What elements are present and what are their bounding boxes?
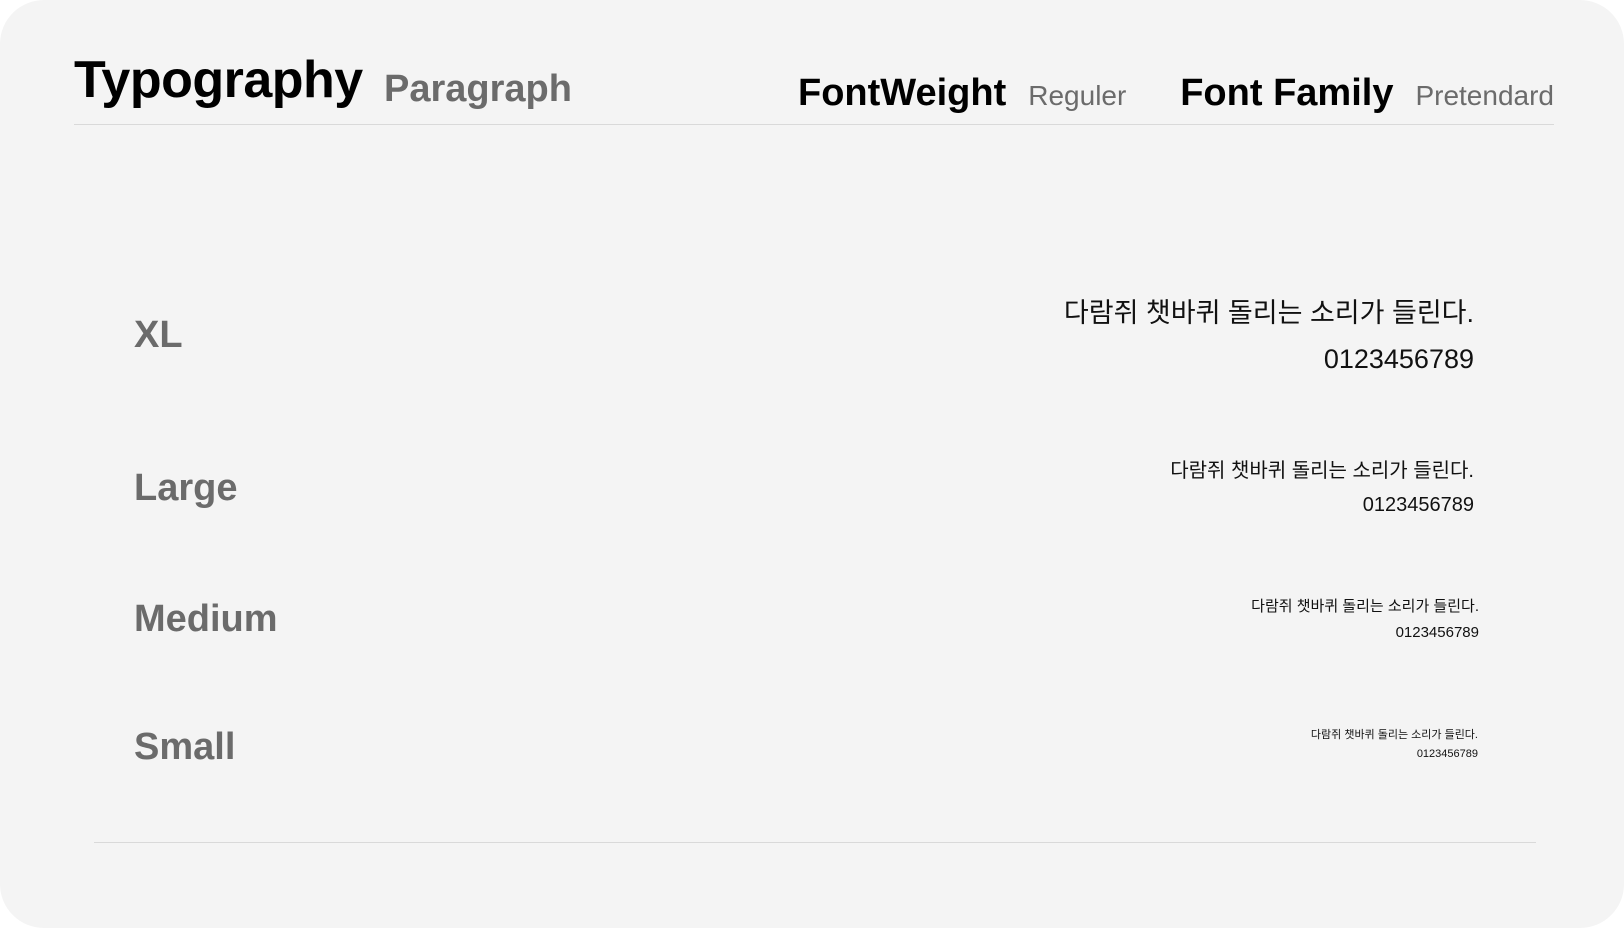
font-weight-value: Reguler [1028, 80, 1127, 111]
font-family-value: Pretendard [1415, 80, 1554, 111]
font-weight-label: FontWeight [798, 72, 1007, 114]
sample-small: 다람쥐 챗바퀴 돌리는 소리가 들린다. 0123456789 [1311, 726, 1478, 764]
size-label-small: Small [134, 726, 236, 768]
font-family-label: Font Family [1180, 72, 1394, 114]
size-label-medium: Medium [134, 598, 278, 640]
sample-text-small: 다람쥐 챗바퀴 돌리는 소리가 들린다. [1310, 729, 1478, 741]
size-label-xl: XL [134, 314, 183, 356]
sample-large: 다람쥐 챗바퀴 돌리는 소리가 들린다. 0123456789 [1170, 454, 1474, 522]
page-subtitle: Paragraph [384, 68, 572, 110]
font-weight-meta: FontWeight Reguler [798, 72, 1126, 115]
sample-digits-large: 0123456789 [1362, 494, 1474, 516]
sample-text-xl: 다람쥐 챗바퀴 돌리는 소리가 들린다. [1063, 298, 1474, 328]
sample-text-medium: 다람쥐 챗바퀴 돌리는 소리가 들린다. [1251, 598, 1479, 615]
page-title: Typography [74, 51, 363, 109]
sample-digits-xl: 0123456789 [1323, 344, 1474, 374]
sample-xl: 다람쥐 챗바퀴 돌리는 소리가 들린다. 0123456789 [1064, 290, 1474, 382]
sample-medium: 다람쥐 챗바퀴 돌리는 소리가 들린다. 0123456789 [1251, 594, 1479, 646]
size-label-large: Large [134, 467, 238, 509]
font-family-meta: Font Family Pretendard [1180, 72, 1554, 115]
sample-text-large: 다람쥐 챗바퀴 돌리는 소리가 들린다. [1170, 460, 1474, 482]
footer-divider [94, 842, 1536, 843]
header: Typography Paragraph FontWeight Reguler … [74, 40, 1554, 125]
sample-digits-medium: 0123456789 [1395, 624, 1479, 641]
typography-card: Typography Paragraph FontWeight Reguler … [0, 0, 1624, 928]
sample-digits-small: 0123456789 [1416, 748, 1478, 760]
